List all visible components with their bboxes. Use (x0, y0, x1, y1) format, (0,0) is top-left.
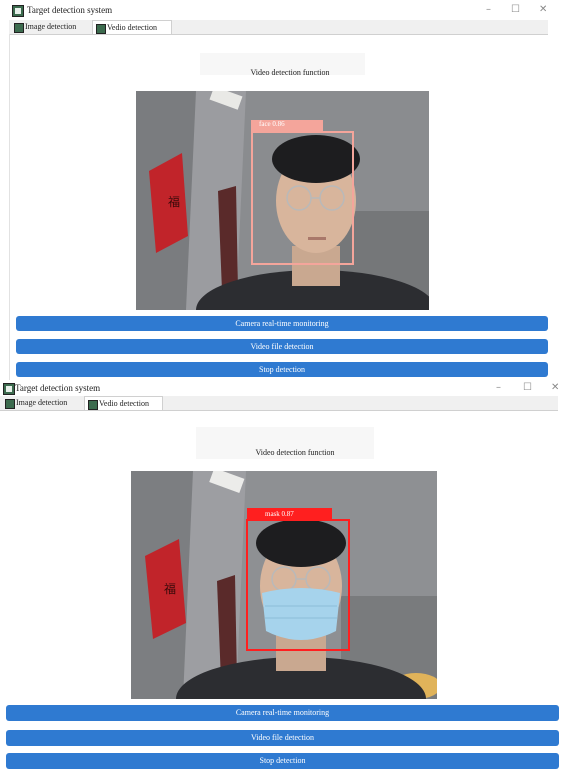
app-icon (3, 383, 15, 395)
tab-bar: Image detection Vedio detection (9, 20, 548, 35)
minimize-icon[interactable]: – (486, 4, 491, 15)
detection-box (251, 131, 354, 265)
title-bar[interactable]: Target detection system – ☐ ✕ (0, 0, 565, 20)
content-left-border (9, 34, 10, 380)
svg-text:福: 福 (168, 194, 180, 209)
detection-label: mask 0.87 (247, 508, 332, 520)
tab-image-detection[interactable]: Image detection (11, 20, 91, 34)
tab-label: Image detection (16, 398, 68, 407)
function-title: Video detection function (250, 68, 330, 77)
app-icon (12, 5, 24, 17)
close-icon[interactable]: ✕ (539, 4, 547, 15)
tab-video-icon (88, 400, 98, 410)
tab-image-detection[interactable]: Image detection (2, 396, 82, 410)
tab-image-icon (14, 23, 24, 33)
maximize-icon[interactable]: ☐ (511, 4, 520, 15)
detection-label: face 0.86 (251, 120, 323, 131)
app-window-bottom: Target detection system – ☐ ✕ Image dete… (0, 380, 565, 776)
video-frame: 福 mask 0.87 (131, 471, 437, 699)
window-title: Target detection system (27, 5, 113, 15)
tab-video-detection[interactable]: Vedio detection (84, 396, 163, 410)
stop-detection-button[interactable]: Stop detection (6, 753, 559, 769)
detection-score: 0.87 (281, 510, 294, 518)
app-window-top: Target detection system – ☐ ✕ Image dete… (0, 0, 565, 380)
tab-image-icon (5, 399, 15, 409)
svg-text:福: 福 (164, 581, 176, 596)
minimize-icon[interactable]: – (496, 382, 501, 393)
tab-label: Vedio detection (107, 23, 157, 32)
window-title: Target detection system (15, 383, 101, 393)
detection-score: 0.86 (272, 120, 285, 128)
tab-label: Image detection (25, 22, 77, 31)
stop-detection-button[interactable]: Stop detection (16, 362, 548, 377)
tab-bar: Image detection Vedio detection (0, 396, 558, 411)
camera-monitoring-button[interactable]: Camera real-time monitoring (6, 705, 559, 721)
tab-video-icon (96, 24, 106, 34)
maximize-icon[interactable]: ☐ (523, 382, 532, 393)
tab-label: Vedio detection (99, 399, 149, 408)
camera-monitoring-button[interactable]: Camera real-time monitoring (16, 316, 548, 331)
video-file-detection-button[interactable]: Video file detection (6, 730, 559, 746)
video-frame: 福 face 0.86 (136, 91, 429, 310)
close-icon[interactable]: ✕ (551, 382, 559, 393)
function-title: Video detection function (255, 448, 335, 457)
video-file-detection-button[interactable]: Video file detection (16, 339, 548, 354)
detection-class: mask (265, 510, 280, 518)
detection-box (246, 519, 350, 651)
tab-video-detection[interactable]: Vedio detection (92, 20, 172, 34)
detection-class: face (259, 120, 271, 128)
